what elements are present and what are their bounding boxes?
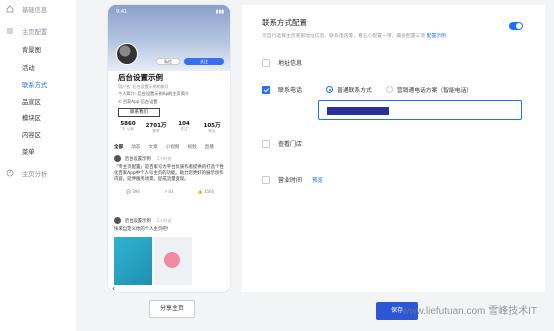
avatar (114, 155, 121, 162)
sidebar-item-content[interactable]: 内容区 (22, 129, 41, 139)
option-address[interactable]: 地址信息 (262, 58, 302, 67)
post-image (114, 237, 152, 286)
sidebar-item-modules[interactable]: 模块区 (22, 112, 41, 122)
contact-enable-toggle[interactable] (509, 22, 523, 30)
tab-all[interactable]: 全部 (114, 144, 123, 150)
message-button[interactable]: 私信 (156, 58, 180, 65)
chart-icon (6, 169, 14, 177)
phone-checkbox[interactable] (262, 85, 270, 94)
option-store[interactable]: 查看门店 (262, 139, 302, 148)
config-example-link[interactable]: 配置示例 (427, 34, 446, 39)
tab-live[interactable]: 直播 (205, 144, 214, 150)
list-icon (6, 27, 14, 35)
sidebar-item-menu[interactable]: 菜单 (22, 146, 35, 156)
radio-icon (385, 86, 393, 93)
stat-item: 105万 粉丝 (203, 123, 221, 133)
stat-item: 5860 万·公粉 (120, 121, 136, 131)
option-phone[interactable]: 联系电话 普通联系方式 营销通电话方案（智能电话） (262, 85, 472, 94)
sidebar-item-background[interactable]: 背景图 (22, 44, 41, 54)
option-hours[interactable]: 营业时间 预览 (262, 175, 323, 184)
status-bar-time: 9:41 (116, 9, 128, 15)
post-text: 快来自定义你的个人主页吧! (114, 227, 169, 232)
like-count[interactable]: 👍 3500 (198, 189, 214, 194)
shop-tag: ⊙ 百家App 后台设置 (118, 99, 158, 104)
home-icon (6, 5, 14, 13)
preview-link[interactable]: 预览 (312, 176, 323, 184)
phone-number-input[interactable] (318, 100, 522, 120)
avatar (116, 43, 138, 65)
phone-preview: 9:41 ▮▮▮ 私信 关注 后台设置示例 用户名: 后台设置示例的账号 个人简… (108, 5, 230, 292)
post-text: 「专主页配置」是百家号为平台优质作者提供的打造个性化百家App中个人号主页的功能… (114, 165, 224, 183)
hours-checkbox[interactable] (262, 175, 270, 184)
shop-description: 个人简介: 后台设置示例Ap的主页简介 (118, 91, 190, 96)
tab-dynamic[interactable]: 动态 (131, 144, 140, 150)
radio-icon (326, 86, 334, 93)
back-arrow-icon[interactable]: ‹ (112, 284, 115, 292)
sidebar-item-activity[interactable]: 活动 (22, 62, 35, 72)
sidebar-item-contact[interactable]: 联系方式 (22, 79, 47, 89)
list-item[interactable]: 后台设置示例 ·2小时前 「专主页配置」是百家号为平台优质作者提供的打造个性化百… (114, 155, 226, 194)
radio-marketing-phone[interactable]: 营销通电话方案（智能电话） (385, 85, 472, 94)
tab-short-video[interactable]: 小视频 (166, 144, 180, 150)
watermark: www.liefutuan.com 雪峰技术IT (402, 306, 538, 317)
panel-title: 联系方式配置 (262, 18, 307, 27)
share-homepage-button[interactable]: 分享主页 (149, 300, 195, 318)
sidebar-item-analysis[interactable]: 主页分析 (6, 168, 47, 178)
sidebar: 基础信息 主页配置 背景图 活动 联系方式 品宣区 模块区 内容区 菜单 主页分… (0, 0, 76, 331)
contact-us-button[interactable]: 联系我们 (118, 108, 160, 117)
post-images (114, 237, 226, 286)
sidebar-item-homepage-config[interactable]: 主页配置 (6, 26, 47, 36)
main-content: 9:41 ▮▮▮ 私信 关注 后台设置示例 用户名: 后台设置示例的账号 个人简… (76, 0, 554, 331)
battery-icon: ▮▮▮ (215, 9, 224, 15)
store-checkbox[interactable] (262, 139, 270, 148)
content-tabs: 全部 动态 文章 小视频 视频 直播 (114, 144, 226, 150)
sidebar-item-brand[interactable]: 品宣区 (22, 96, 41, 106)
comment-count[interactable]: 💬 396 (126, 189, 140, 194)
shop-name: 后台设置示例 (118, 73, 163, 82)
avatar (114, 217, 121, 224)
tab-video[interactable]: 视频 (187, 144, 196, 150)
panel-description: 可自行选择主页底部地址信息、联系电话等，看五小配置一项，最多配置三项 配置示例 (262, 34, 446, 39)
stat-item: 2701万 获赞 (145, 123, 167, 133)
post-image (154, 237, 192, 286)
address-checkbox[interactable] (262, 58, 270, 67)
redacted-phone-number (327, 107, 389, 115)
stats-row: 5860 万·公粉 2701万 获赞 104 关注 105万 粉丝 (114, 121, 226, 139)
tab-article[interactable]: 文章 (148, 144, 157, 150)
list-item[interactable]: 后台设置示例 ·2小时前 快来自定义你的个人主页吧! (114, 217, 226, 286)
contact-config-panel: 联系方式配置 可自行选择主页底部地址信息、联系电话等，看五小配置一项，最多配置三… (242, 5, 545, 292)
sidebar-item-basic-info[interactable]: 基础信息 (6, 4, 47, 14)
share-count[interactable]: ↗ 63 (164, 189, 174, 194)
follow-button[interactable]: 关注 (184, 58, 224, 65)
stat-item: 104 关注 (178, 121, 190, 131)
post-actions: 💬 396 ↗ 63 👍 3500 (114, 189, 226, 194)
shop-username: 用户名: 后台设置示例的账号 (118, 84, 169, 89)
radio-normal-contact[interactable]: 普通联系方式 (326, 85, 372, 94)
